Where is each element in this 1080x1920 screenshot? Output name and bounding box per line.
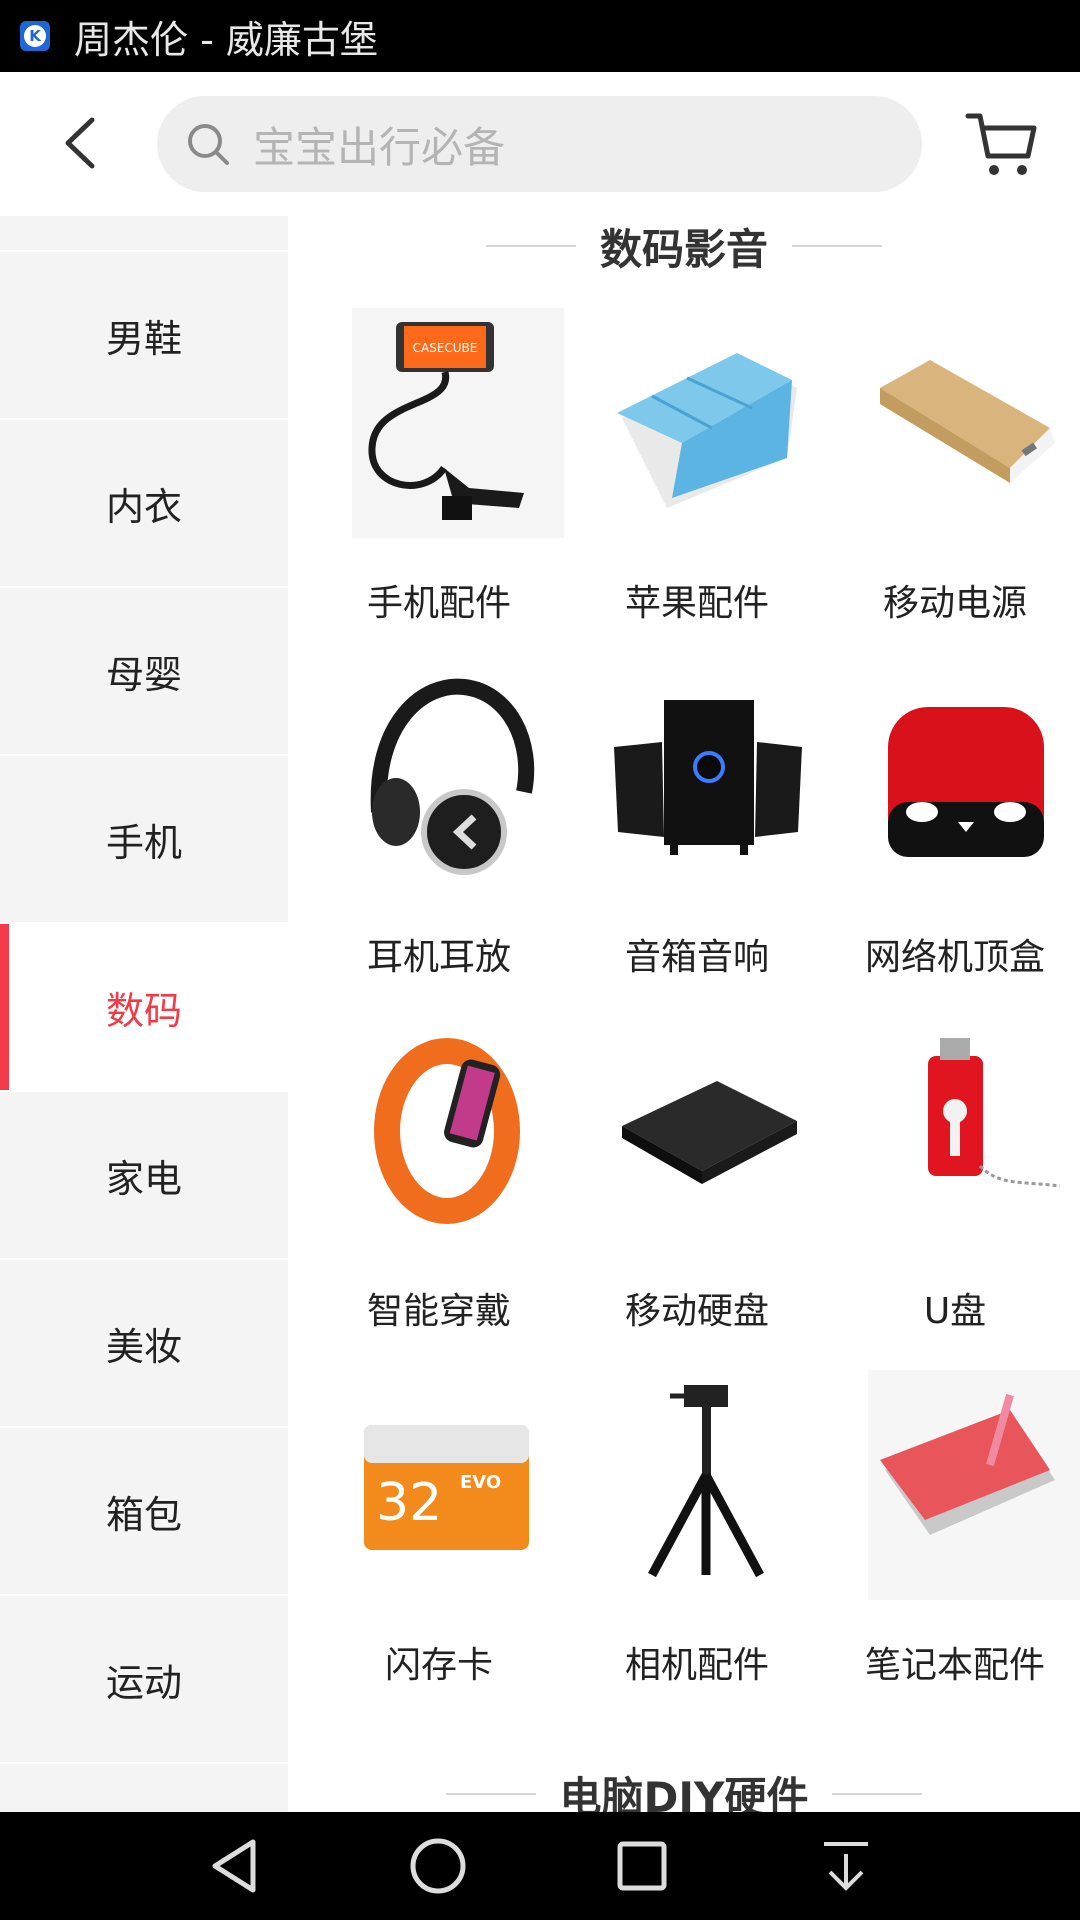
- sidebar-item-mens-shoes[interactable]: 男鞋: [0, 252, 288, 420]
- sidebar-item-appliances[interactable]: 家电: [0, 1092, 288, 1260]
- divider: [445, 1793, 536, 1795]
- section-title: 数码影音: [599, 224, 768, 274]
- divider: [792, 245, 882, 247]
- cart-icon: [965, 113, 1037, 175]
- sidebar-item-phones[interactable]: 手机: [0, 756, 288, 924]
- subcategory-label: 移动硬盘: [624, 1291, 769, 1332]
- set-top-box-icon: [850, 662, 1080, 892]
- memory-card-icon: 32 EVO: [334, 1370, 564, 1600]
- subcategory-item[interactable]: 笔记本配件: [826, 1370, 1080, 1724]
- system-nav-bar: [0, 1812, 1080, 1920]
- power-bank-icon: [850, 308, 1080, 538]
- status-notification-text: 周杰伦 - 威廉古堡: [74, 17, 378, 62]
- section-header-pc-diy: 电脑DIY硬件: [288, 1764, 1080, 1812]
- sidebar-item-bags[interactable]: 箱包: [0, 1428, 288, 1596]
- subcategory-label: 智能穿戴: [366, 1291, 511, 1332]
- external-hdd-icon: [592, 1016, 822, 1246]
- subcategory-item[interactable]: 音箱音响: [568, 662, 826, 1016]
- sidebar-item-label: 男鞋: [105, 316, 182, 361]
- category-content: 数码影音 CASECUBE 手机配件 苹果配件 移动电源 耳机耳放 音箱音响 网…: [288, 216, 1080, 1812]
- subcategory-item[interactable]: 相机配件: [568, 1370, 826, 1724]
- subcategory-label: 音箱音响: [624, 937, 769, 978]
- usb-drive-icon: [850, 1016, 1080, 1246]
- triangle-back-icon: [212, 1839, 256, 1893]
- sidebar-item-label: 运动: [105, 1660, 182, 1705]
- subcategory-label: 闪存卡: [384, 1645, 493, 1686]
- sidebar-item-underwear[interactable]: 内衣: [0, 420, 288, 588]
- subcategory-item[interactable]: CASECUBE 手机配件: [310, 308, 568, 662]
- sidebar-item-label: 内衣: [105, 484, 182, 529]
- subcategory-label: 手机配件: [366, 583, 511, 624]
- sidebar-item-label: 家电: [105, 1156, 182, 1201]
- nav-back-button[interactable]: [205, 1836, 265, 1896]
- sidebar-item-baby[interactable]: 母婴: [0, 588, 288, 756]
- sidebar-item-label: 箱包: [105, 1492, 182, 1537]
- speakers-icon: [592, 662, 822, 892]
- card-badge-text: EVO: [460, 1472, 501, 1493]
- subcategory-label: 网络机顶盒: [864, 937, 1045, 978]
- top-bar: 宝宝出行必备: [0, 72, 1080, 217]
- subcategory-label: 笔记本配件: [864, 1645, 1045, 1686]
- card-capacity-text: 32: [376, 1473, 442, 1533]
- tripod-icon: [592, 1370, 822, 1600]
- nav-recents-button[interactable]: [612, 1836, 672, 1896]
- sidebar-item-label: 数码: [105, 988, 182, 1033]
- sidebar-item-partial[interactable]: [0, 1764, 288, 1812]
- status-bar: K 周杰伦 - 威廉古堡: [0, 0, 1080, 72]
- section-title: 电脑DIY硬件: [559, 1772, 809, 1813]
- smart-band-icon: [334, 1016, 564, 1246]
- pull-down-icon: [824, 1842, 868, 1891]
- subcategory-item[interactable]: 智能穿戴: [310, 1016, 568, 1370]
- subcategory-item[interactable]: 移动电源: [826, 308, 1080, 662]
- subcategory-item[interactable]: 苹果配件: [568, 308, 826, 662]
- tablet-case-icon: [592, 308, 822, 538]
- back-arrow-icon: [65, 117, 95, 169]
- sidebar-item-label: 美妆: [105, 1324, 182, 1369]
- nav-home-button[interactable]: [408, 1836, 468, 1896]
- subcategory-label: 移动电源: [882, 583, 1027, 624]
- phone-holder-icon: CASECUBE: [334, 308, 564, 538]
- divider: [485, 245, 576, 247]
- circle-home-icon: [410, 1838, 466, 1894]
- subcategory-item[interactable]: 32 EVO 闪存卡: [310, 1370, 568, 1724]
- sidebar-item-label: 母婴: [105, 652, 182, 697]
- subcategory-label: 相机配件: [624, 1645, 769, 1686]
- subcategory-item[interactable]: U盘: [826, 1016, 1080, 1370]
- subcategory-item[interactable]: 耳机耳放: [310, 662, 568, 1016]
- headphones-icon: [334, 662, 564, 892]
- subcategory-label: U盘: [923, 1291, 987, 1332]
- sidebar-item-sports[interactable]: 运动: [0, 1596, 288, 1764]
- search-input[interactable]: 宝宝出行必备: [157, 96, 922, 192]
- search-icon: [188, 124, 229, 165]
- category-sidebar: 男鞋 内衣 母婴 手机 数码 家电 美妆 箱包 运动: [0, 216, 288, 1812]
- section-header-digital-av: 数码影音: [288, 216, 1080, 276]
- divider: [832, 1793, 923, 1795]
- sidebar-item-digital[interactable]: 数码: [0, 924, 288, 1092]
- sidebar-item-partial[interactable]: [0, 216, 288, 252]
- laptop-sleeve-icon: [850, 1370, 1080, 1600]
- svg-text:CASECUBE: CASECUBE: [413, 341, 478, 355]
- subcategory-item[interactable]: 移动硬盘: [568, 1016, 826, 1370]
- app-notification-icon: K: [20, 21, 50, 51]
- subcategory-label: 耳机耳放: [366, 937, 511, 978]
- subcategory-label: 苹果配件: [624, 583, 769, 624]
- sidebar-item-label: 手机: [105, 820, 182, 865]
- subcategory-item[interactable]: 网络机顶盒: [826, 662, 1080, 1016]
- cart-button[interactable]: [962, 104, 1042, 184]
- search-placeholder: 宝宝出行必备: [253, 122, 506, 172]
- back-button[interactable]: [48, 108, 118, 178]
- square-recents-icon: [617, 1841, 667, 1891]
- sidebar-item-beauty[interactable]: 美妆: [0, 1260, 288, 1428]
- nav-notification-pull-button[interactable]: [816, 1836, 876, 1896]
